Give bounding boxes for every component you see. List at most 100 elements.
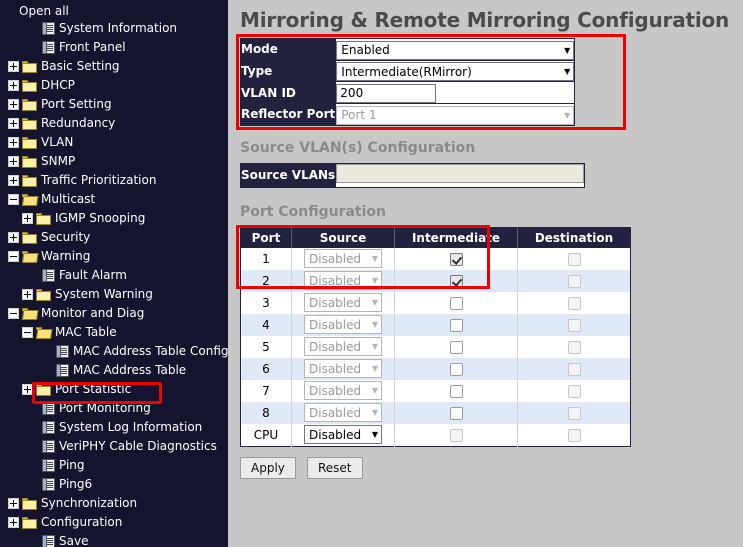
config-label: Reflector Port xyxy=(239,103,337,126)
intermediate-checkbox[interactable] xyxy=(449,252,463,266)
sidebar-item-system-log-information[interactable]: System Log Information xyxy=(0,418,228,437)
sidebar-item-security[interactable]: Security xyxy=(0,228,228,247)
source-select[interactable]: Disabled ▼ xyxy=(304,271,382,290)
intermediate-checkbox[interactable] xyxy=(449,362,463,376)
destination-checkbox[interactable] xyxy=(567,406,581,420)
sidebar-navigation: Open all System Information Front Panel Ba… xyxy=(0,0,228,547)
reflector-port-select[interactable]: Port 1 ▼ xyxy=(336,105,575,125)
folder-closed-icon xyxy=(22,136,37,149)
destination-checkbox[interactable] xyxy=(567,362,581,376)
sidebar-item-label: Multicast xyxy=(41,192,96,206)
vlan-id-input[interactable]: 200 xyxy=(336,84,437,103)
destination-checkbox[interactable] xyxy=(567,384,581,398)
document-icon xyxy=(42,459,55,472)
sidebar-item-dhcp[interactable]: DHCP xyxy=(0,76,228,95)
expand-plus-icon[interactable] xyxy=(8,175,19,186)
destination-checkbox[interactable] xyxy=(567,340,581,354)
destination-checkbox[interactable] xyxy=(567,318,581,332)
sidebar-item-label: Security xyxy=(41,230,91,244)
source-select[interactable]: Disabled ▼ xyxy=(304,249,382,268)
type-select[interactable]: Intermediate(RMirror) ▼ xyxy=(336,62,575,81)
config-label: VLAN ID xyxy=(239,81,337,104)
sidebar-item-port-monitoring[interactable]: Port Monitoring xyxy=(0,399,228,418)
sidebar-item-basic-setting[interactable]: Basic Setting xyxy=(0,57,228,76)
expand-plus-icon[interactable] xyxy=(22,289,33,300)
mode-select[interactable]: Enabled ▼ xyxy=(336,40,575,60)
intermediate-checkbox[interactable] xyxy=(449,340,463,354)
expand-plus-icon[interactable] xyxy=(8,232,19,243)
source-select[interactable]: Disabled ▼ xyxy=(304,403,382,422)
chevron-down-icon: ▼ xyxy=(371,342,378,351)
expand-plus-icon[interactable] xyxy=(8,99,19,110)
folder-closed-icon xyxy=(22,60,37,73)
open-all-link[interactable]: Open all xyxy=(0,0,228,19)
table-row: CPU Disabled ▼ xyxy=(240,423,631,446)
sidebar-item-front-panel[interactable]: Front Panel xyxy=(0,38,228,57)
config-value-cell: 200 xyxy=(335,81,576,104)
collapse-minus-icon[interactable] xyxy=(8,308,19,319)
source-select[interactable]: Disabled ▼ xyxy=(304,359,382,378)
sidebar-item-mac-table[interactable]: MAC Table xyxy=(0,323,228,342)
intermediate-cell xyxy=(394,247,518,270)
sidebar-item-system-warning[interactable]: System Warning xyxy=(0,285,228,304)
chevron-down-icon: ▼ xyxy=(371,408,378,417)
expand-plus-icon[interactable] xyxy=(22,384,33,395)
expand-plus-icon[interactable] xyxy=(8,118,19,129)
sidebar-item-warning[interactable]: Warning xyxy=(0,247,228,266)
expand-plus-icon[interactable] xyxy=(8,61,19,72)
expand-plus-icon[interactable] xyxy=(8,156,19,167)
source-select[interactable]: Disabled ▼ xyxy=(304,425,382,444)
page-title: Mirroring & Remote Mirroring Configurati… xyxy=(240,8,730,32)
source-select[interactable]: Disabled ▼ xyxy=(304,293,382,312)
select-value: Intermediate(RMirror) xyxy=(341,64,472,79)
expand-plus-icon[interactable] xyxy=(8,80,19,91)
destination-checkbox[interactable] xyxy=(567,274,581,288)
intermediate-checkbox[interactable] xyxy=(449,406,463,420)
port-configuration-heading: Port Configuration xyxy=(240,203,387,220)
sidebar-item-port-setting[interactable]: Port Setting xyxy=(0,95,228,114)
sidebar-item-synchronization[interactable]: Synchronization xyxy=(0,494,228,513)
collapse-minus-icon[interactable] xyxy=(8,194,19,205)
sidebar-item-multicast[interactable]: Multicast xyxy=(0,190,228,209)
sidebar-item-port-statistic[interactable]: Port Statistic xyxy=(0,380,228,399)
destination-checkbox[interactable] xyxy=(567,252,581,266)
column-header-source: Source xyxy=(291,227,395,248)
sidebar-item-traffic-prioritization[interactable]: Traffic Prioritization xyxy=(0,171,228,190)
expand-plus-icon[interactable] xyxy=(8,498,19,509)
sidebar-item-ping[interactable]: Ping xyxy=(0,456,228,475)
sidebar-item-configuration[interactable]: Configuration xyxy=(0,513,228,532)
source-vlans-input[interactable] xyxy=(336,163,585,183)
sidebar-item-vlan[interactable]: VLAN xyxy=(0,133,228,152)
collapse-minus-icon[interactable] xyxy=(8,251,19,262)
sidebar-item-monitor-and-diag[interactable]: Monitor and Diag xyxy=(0,304,228,323)
sidebar-item-veriphy-cable-diagnostics[interactable]: VeriPHY Cable Diagnostics xyxy=(0,437,228,456)
intermediate-checkbox[interactable] xyxy=(449,274,463,288)
destination-checkbox[interactable] xyxy=(567,428,581,442)
sidebar-item-redundancy[interactable]: Redundancy xyxy=(0,114,228,133)
sidebar-item-ping6[interactable]: Ping6 xyxy=(0,475,228,494)
expand-plus-icon[interactable] xyxy=(8,137,19,148)
apply-button[interactable]: Apply xyxy=(240,456,296,479)
destination-checkbox[interactable] xyxy=(567,296,581,310)
sidebar-item-mac-address-table[interactable]: MAC Address Table xyxy=(0,361,228,380)
intermediate-checkbox[interactable] xyxy=(449,296,463,310)
intermediate-checkbox[interactable] xyxy=(449,318,463,332)
intermediate-checkbox[interactable] xyxy=(449,428,463,442)
sidebar-item-fault-alarm[interactable]: Fault Alarm xyxy=(0,266,228,285)
reset-button[interactable]: Reset xyxy=(306,456,363,479)
sidebar-item-system-information[interactable]: System Information xyxy=(0,19,228,38)
document-icon xyxy=(42,440,55,453)
sidebar-item-snmp[interactable]: SNMP xyxy=(0,152,228,171)
sidebar-item-save[interactable]: Save xyxy=(0,532,228,547)
intermediate-checkbox[interactable] xyxy=(449,384,463,398)
source-select[interactable]: Disabled ▼ xyxy=(304,337,382,356)
sidebar-item-igmp-snooping[interactable]: IGMP Snooping xyxy=(0,209,228,228)
source-select[interactable]: Disabled ▼ xyxy=(304,381,382,400)
expand-plus-icon[interactable] xyxy=(8,517,19,528)
collapse-minus-icon[interactable] xyxy=(22,327,33,338)
sidebar-item-mac-address-table-config[interactable]: MAC Address Table Config xyxy=(0,342,228,361)
expand-plus-icon[interactable] xyxy=(22,213,33,224)
document-icon xyxy=(42,535,55,547)
folder-closed-icon xyxy=(22,231,37,244)
source-select[interactable]: Disabled ▼ xyxy=(304,315,382,334)
